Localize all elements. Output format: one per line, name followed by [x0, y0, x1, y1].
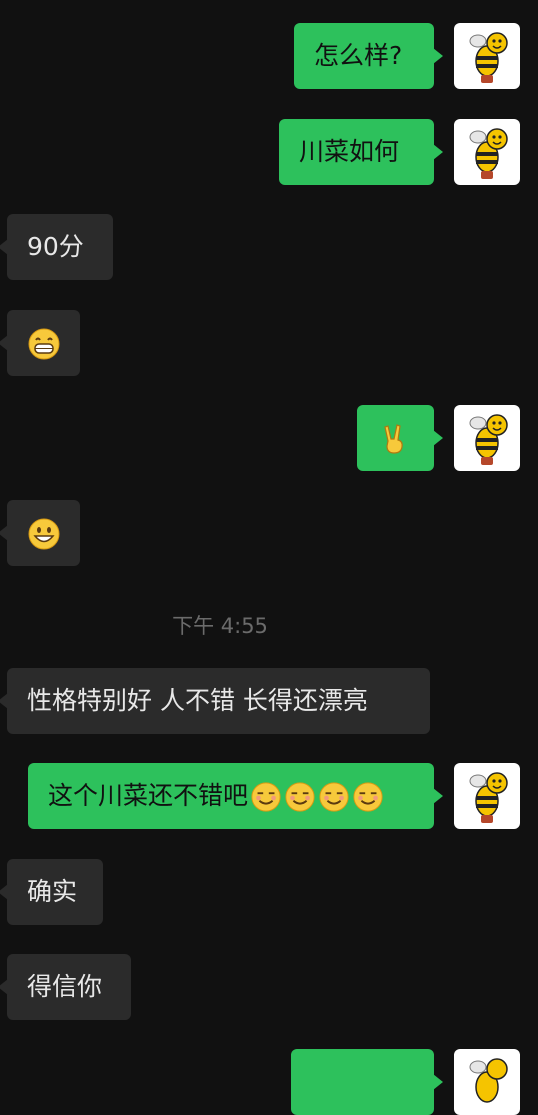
smug-face-icon — [319, 782, 349, 812]
smug-face-icon — [353, 782, 383, 812]
message-text: 川菜如何 — [299, 137, 400, 166]
message-text: 90分 — [27, 232, 84, 261]
message-bubble-incoming[interactable] — [0, 500, 80, 566]
message-bubble-outgoing[interactable]: 这个川菜还不错吧 — [28, 763, 443, 829]
message-bubble-outgoing[interactable]: 川菜如何 — [279, 119, 443, 185]
message-text: 确实 — [27, 877, 78, 906]
smug-face-icon — [251, 782, 281, 812]
bee-avatar-icon[interactable] — [454, 1049, 520, 1115]
bee-avatar-icon[interactable] — [454, 23, 520, 89]
message-text: 性格特别好 人不错 长得还漂亮 — [27, 686, 368, 715]
message-text: 怎么样? — [314, 41, 403, 70]
bee-avatar-icon[interactable] — [454, 763, 520, 829]
message-bubble-incoming[interactable]: 确实 — [0, 859, 103, 925]
smug-face-icon — [285, 782, 315, 812]
message-bubble-incoming[interactable]: 90分 — [0, 214, 113, 280]
message-bubble-outgoing-partial[interactable] — [291, 1049, 443, 1115]
message-bubble-incoming[interactable] — [0, 310, 80, 376]
grinning-face-icon — [28, 328, 60, 360]
message-bubble-outgoing[interactable] — [357, 405, 443, 471]
message-text: 得信你 — [27, 972, 103, 1001]
message-bubble-incoming[interactable]: 性格特别好 人不错 长得还漂亮 — [0, 668, 430, 734]
bee-avatar-icon[interactable] — [454, 119, 520, 185]
smiling-face-icon — [28, 518, 60, 550]
message-bubble-incoming[interactable]: 得信你 — [0, 954, 131, 1020]
bee-avatar-icon[interactable] — [454, 405, 520, 471]
bee-avatar-graphic — [469, 32, 508, 83]
message-text: 这个川菜还不错吧 — [48, 781, 249, 810]
message-timestamp: 下午 4:55 — [172, 614, 268, 638]
message-bubble-outgoing[interactable]: 怎么样? — [294, 23, 443, 89]
victory-hand-icon — [384, 424, 403, 454]
